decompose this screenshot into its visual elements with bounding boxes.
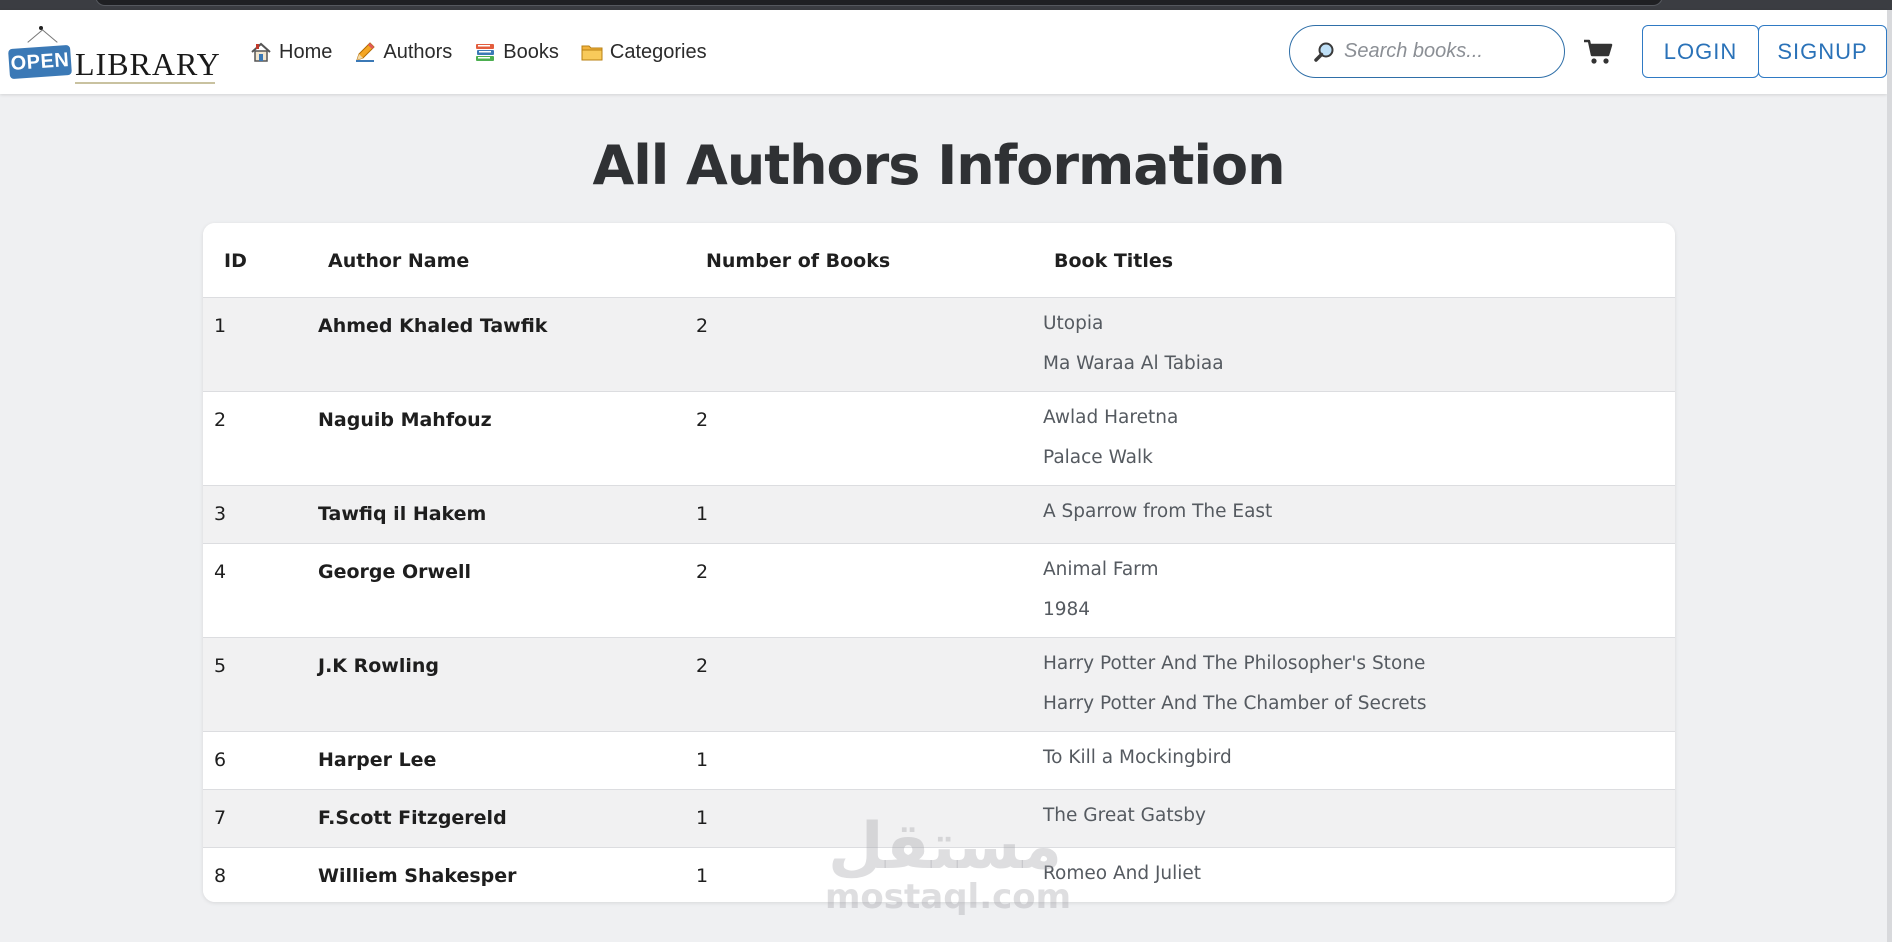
column-header-book-titles: Book Titles [1054, 250, 1174, 272]
book-title: 1984 [1043, 599, 1091, 620]
author-name: Tawfiq il Hakem [318, 503, 487, 525]
folder-icon [581, 41, 603, 63]
table-row: 7 F.Scott Fitzgereld 1 The Great Gatsby [203, 789, 1675, 847]
book-titles: The Great Gatsby [1043, 806, 1206, 826]
site-logo[interactable]: OPEN LIBRARY [8, 24, 220, 84]
books-icon [474, 41, 496, 63]
nav-item-categories[interactable]: Categories [581, 41, 707, 64]
book-title: Animal Farm [1043, 559, 1159, 580]
book-count: 1 [696, 503, 709, 525]
logo-library-text: LIBRARY [75, 46, 221, 82]
authors-table: ID Author Name Number of Books Book Titl… [203, 223, 1675, 902]
book-count: 1 [696, 749, 709, 771]
table-row: 3 Tawfiq il Hakem 1 A Sparrow from The E… [203, 485, 1675, 543]
nav-label-authors: Authors [383, 40, 453, 63]
book-title: Ma Waraa Al Tabiaa [1043, 353, 1224, 374]
author-name: George Orwell [318, 561, 471, 583]
author-name: Harper Lee [318, 749, 437, 771]
home-icon [250, 41, 272, 63]
nav-label-home: Home [279, 40, 333, 63]
browser-address-strip [95, 0, 1663, 6]
logo-hang-line-left [27, 29, 44, 43]
author-id: 1 [214, 315, 227, 337]
book-count: 2 [696, 315, 709, 337]
nav-item-authors[interactable]: Authors [354, 41, 452, 64]
table-row: 1 Ahmed Khaled Tawfik 2 Utopia Ma Waraa … [203, 297, 1675, 391]
nav-item-home[interactable]: Home [250, 41, 332, 64]
nav-item-books[interactable]: Books [474, 41, 559, 64]
author-id: 5 [214, 655, 227, 677]
table-row: 2 Naguib Mahfouz 2 Awlad Haretna Palace … [203, 391, 1675, 485]
author-id: 3 [214, 503, 227, 525]
book-title: Awlad Haretna [1043, 407, 1179, 428]
nav-label-categories: Categories [609, 40, 707, 63]
book-title: Utopia [1043, 313, 1104, 334]
logo-underline [75, 82, 215, 84]
column-header-id: ID [224, 250, 247, 272]
column-header-author-name: Author Name [328, 250, 470, 272]
book-count: 1 [696, 865, 709, 887]
page-title: All Authors Information [592, 134, 1285, 197]
author-id: 8 [214, 865, 227, 887]
login-button[interactable]: LOGIN [1642, 25, 1759, 78]
logo-open-tag: OPEN [8, 44, 72, 80]
book-titles: Harry Potter And The Philosopher's Stone… [1043, 654, 1427, 722]
scrollbar-thumb[interactable] [1887, 10, 1892, 942]
book-title: Romeo And Juliet [1043, 863, 1202, 884]
browser-top-bar [0, 0, 1892, 10]
author-id: 4 [214, 561, 227, 583]
book-titles: A Sparrow from The East [1043, 502, 1272, 522]
author-name: Williem Shakesper [318, 865, 517, 887]
logo-hang-line-right [41, 29, 58, 43]
author-name: Ahmed Khaled Tawfik [318, 315, 548, 337]
book-title: A Sparrow from The East [1043, 501, 1273, 522]
signup-button[interactable]: SIGNUP [1758, 25, 1887, 78]
table-row: 8 Williem Shakesper 1 Romeo And Juliet [203, 847, 1675, 902]
book-titles: Romeo And Juliet [1043, 864, 1201, 884]
author-id: 2 [214, 409, 227, 431]
page-scrollbar[interactable] [1887, 10, 1892, 942]
book-title: The Great Gatsby [1043, 805, 1206, 826]
author-id: 6 [214, 749, 227, 771]
search-icon [1314, 41, 1336, 63]
author-name: Naguib Mahfouz [318, 409, 492, 431]
book-titles: Utopia Ma Waraa Al Tabiaa [1043, 314, 1224, 382]
book-titles: To Kill a Mockingbird [1043, 748, 1232, 768]
table-header-row: ID Author Name Number of Books Book Titl… [203, 223, 1675, 297]
book-count: 2 [696, 409, 709, 431]
book-title: Harry Potter And The Chamber of Secrets [1043, 693, 1427, 714]
author-name: F.Scott Fitzgereld [318, 807, 507, 829]
search-input[interactable] [1344, 40, 1544, 63]
author-name: J.K Rowling [318, 655, 440, 677]
book-count: 2 [696, 561, 709, 583]
pencil-icon [354, 41, 376, 63]
book-titles: Awlad Haretna Palace Walk [1043, 408, 1178, 476]
book-title: To Kill a Mockingbird [1043, 747, 1232, 768]
cart-icon[interactable] [1583, 38, 1613, 66]
table-row: 5 J.K Rowling 2 Harry Potter And The Phi… [203, 637, 1675, 731]
column-header-number-of-books: Number of Books [706, 250, 891, 272]
nav-label-books: Books [503, 40, 559, 63]
book-title: Harry Potter And The Philosopher's Stone [1043, 653, 1426, 674]
book-count: 1 [696, 807, 709, 829]
book-titles: Animal Farm 1984 [1043, 560, 1158, 628]
book-title: Palace Walk [1043, 447, 1153, 468]
table-row: 4 George Orwell 2 Animal Farm 1984 [203, 543, 1675, 637]
site-header: OPEN LIBRARY Home Authors Books Categori… [0, 10, 1887, 94]
search-box[interactable] [1289, 25, 1565, 78]
book-count: 2 [696, 655, 709, 677]
main-nav: Home Authors Books Categories [250, 10, 729, 94]
table-row: 6 Harper Lee 1 To Kill a Mockingbird [203, 731, 1675, 789]
author-id: 7 [214, 807, 227, 829]
